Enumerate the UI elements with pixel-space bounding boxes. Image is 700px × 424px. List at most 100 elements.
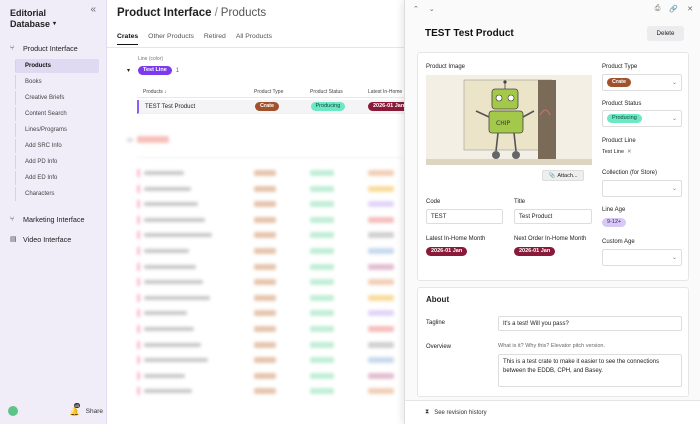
blurred-row	[137, 371, 404, 381]
blurred-row	[137, 230, 404, 240]
group-pill: Test Line	[138, 66, 172, 75]
product-type-select[interactable]: Crate ⌄	[602, 74, 682, 91]
sidebar-item-label: Products	[25, 63, 52, 69]
svg-text:CHIP: CHIP	[496, 120, 510, 127]
blurred-row	[137, 308, 404, 318]
blurred-row	[137, 246, 404, 256]
robot-illustration: CHIP	[426, 75, 592, 165]
revision-history-label: See revision history	[434, 409, 487, 416]
delete-button[interactable]: Delete	[647, 26, 684, 41]
tagline-field[interactable]: It's a test! Will you pass?	[498, 316, 682, 331]
revision-history-link[interactable]: ⧗ See revision history	[405, 400, 700, 424]
code-field[interactable]: TEST	[426, 209, 503, 224]
sidebar-item-add-src-info[interactable]: Add SRC Info	[15, 139, 99, 153]
sidebar-item-creative-briefs[interactable]: Creative Briefs	[15, 91, 99, 105]
column-header[interactable]: Products ↓	[137, 89, 254, 95]
tab-retired[interactable]: Retired	[204, 33, 226, 44]
close-icon[interactable]: ✕	[687, 5, 693, 13]
print-icon[interactable]: ⎙	[655, 5, 661, 13]
breadcrumb-root[interactable]: Product Interface	[117, 7, 212, 19]
product-image[interactable]: CHIP	[426, 75, 592, 165]
field-label: Tagline	[426, 320, 446, 326]
tab-all-products[interactable]: All Products	[236, 33, 272, 44]
detail-panel: ⌃ ⌄ ⎙ 🔗 ✕ TEST Test Product Delete Produ…	[404, 0, 700, 424]
main-content: Product Interface / Products Crates Other …	[107, 0, 410, 424]
column-header[interactable]: Latest In-Home	[368, 89, 404, 95]
film-icon: ▤	[10, 236, 17, 243]
sidebar-item-content-search[interactable]: Content Search	[15, 107, 99, 121]
sidebar-item-label: Add PD Info	[25, 159, 58, 165]
sidebar-item-books[interactable]: Books	[15, 75, 99, 89]
chevron-down-icon[interactable]: ▾	[53, 19, 56, 30]
collection-select[interactable]: ⌄	[602, 180, 682, 197]
share-button[interactable]: Share	[86, 408, 103, 415]
group-header[interactable]: ▾ Test Line 1	[127, 66, 179, 75]
latest-month-badge[interactable]: 2026-01 Jan	[426, 247, 468, 256]
column-header[interactable]: Product Type	[254, 89, 310, 95]
table-row[interactable]: TEST Test Product Crate Producing 2026-0…	[137, 100, 410, 114]
sidebar-item-products[interactable]: Products	[15, 59, 99, 73]
sidebar-item-label: Books	[25, 79, 42, 85]
blurred-row	[137, 293, 404, 303]
sidebar-item-characters[interactable]: Characters	[15, 187, 99, 201]
chevron-down-icon[interactable]: ⌄	[429, 5, 435, 13]
blurred-row	[137, 386, 404, 396]
tab-other-products[interactable]: Other Products	[148, 33, 194, 44]
blurred-row	[137, 324, 404, 334]
next-month-badge[interactable]: 2026-01 Jan	[514, 247, 556, 256]
bell-icon[interactable]: 🔔 40	[70, 402, 81, 416]
attach-button[interactable]: 📎 Attach...	[542, 170, 584, 181]
chevron-down-icon: ⌄	[671, 255, 677, 261]
product-name: TEST Test Product	[145, 103, 196, 110]
field-label: Product Type	[602, 64, 638, 70]
sidebar-item-label: Creative Briefs	[25, 95, 65, 101]
chevron-down-icon[interactable]: ▾	[127, 67, 130, 74]
field-label: Code	[426, 199, 441, 205]
workspace-subtitle: Database	[10, 19, 51, 29]
product-status-select[interactable]: Producing ⌄	[602, 110, 682, 127]
nav-label: Video Interface	[23, 235, 72, 244]
tab-crates[interactable]: Crates	[117, 33, 139, 45]
blurred-row	[137, 340, 404, 350]
sidebar-item-add-ed-info[interactable]: Add ED Info	[15, 171, 99, 185]
sidebar-item-label: Add SRC Info	[25, 143, 62, 149]
chevron-down-icon: ⌄	[671, 186, 677, 192]
overview-hint: What is it? Why this? Elevator pitch ver…	[498, 343, 605, 349]
sidebar-item-label: Characters	[25, 191, 55, 197]
nav-marketing-interface[interactable]: ⑂ Marketing Interface	[10, 215, 85, 224]
breadcrumb: Product Interface / Products	[117, 7, 266, 19]
title-field[interactable]: Test Product	[514, 209, 592, 224]
collapse-sidebar-icon[interactable]: «	[90, 4, 96, 15]
status-badge: Producing	[310, 102, 346, 111]
chevron-down-icon: ⌄	[671, 80, 677, 86]
overview-field[interactable]: This is a test crate to make it easier t…	[498, 354, 682, 387]
about-card: About Tagline It's a test! Will you pass…	[417, 287, 689, 397]
type-badge: Crate	[607, 78, 632, 87]
remove-icon[interactable]: ✕	[627, 149, 632, 155]
hourglass-icon: ⧗	[425, 409, 430, 415]
nav-label: Product Interface	[23, 44, 78, 53]
custom-age-select[interactable]: ⌄	[602, 249, 682, 266]
sidebar-item-add-pd-info[interactable]: Add PD Info	[15, 155, 99, 169]
breadcrumb-separator: /	[214, 7, 218, 19]
branch-icon: ⑂	[10, 216, 15, 223]
column-header[interactable]: Product Status	[310, 89, 368, 95]
chevron-up-icon[interactable]: ⌃	[413, 5, 419, 13]
branch-icon: ⑂	[10, 45, 15, 52]
field-label: Next Order In-Home Month	[514, 236, 587, 242]
nav-product-interface[interactable]: ⑂ Product Interface	[10, 44, 78, 53]
section-title: About	[426, 295, 450, 304]
chevron-down-icon: ⌄	[671, 116, 677, 122]
link-icon[interactable]: 🔗	[669, 5, 678, 13]
paperclip-icon: 📎	[548, 172, 556, 179]
group-count: 1	[175, 67, 180, 74]
group-field-label: Line (color)	[138, 56, 164, 62]
blurred-row	[137, 262, 404, 272]
avatar[interactable]	[8, 406, 18, 416]
product-line-chip[interactable]: Test Line ✕	[602, 149, 632, 155]
nav-video-interface[interactable]: ▤ Video Interface	[10, 235, 71, 244]
attach-label: Attach...	[557, 172, 578, 179]
breadcrumb-current: Products	[220, 7, 267, 19]
sidebar-item-lines-programs[interactable]: Lines/Programs	[15, 123, 99, 137]
field-label: Line Age	[602, 207, 626, 213]
